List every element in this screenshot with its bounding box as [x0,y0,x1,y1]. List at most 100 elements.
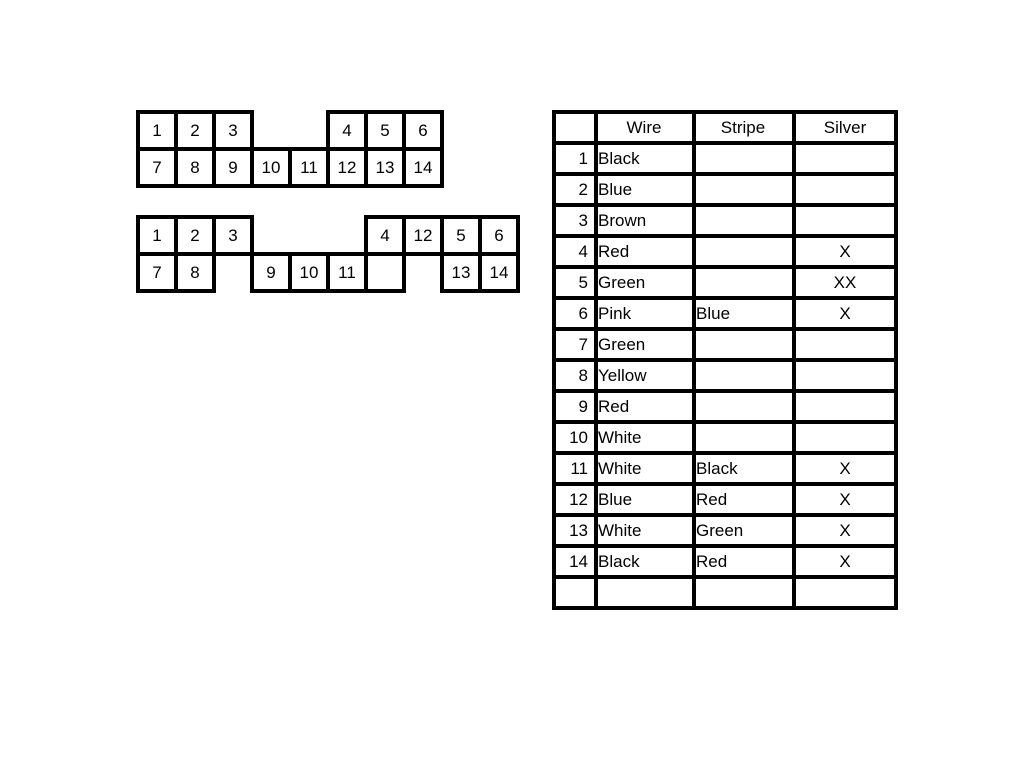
pin-number: 6 [552,296,598,331]
table-row: 11 White Black X [552,451,898,486]
stripe-color [692,172,796,207]
silver-mark: X [792,482,898,517]
pin-cell: 1 [136,110,178,151]
pin-cell: 7 [136,252,178,293]
wire-color: Green [594,265,696,300]
pin-number: 1 [552,141,598,176]
silver-mark [792,172,898,207]
pin-cell: 14 [478,252,520,293]
wire-color [594,575,696,610]
stripe-color [692,265,796,300]
pin-cell: 9 [212,147,254,188]
pin-number: 8 [552,358,598,393]
pin-number: 12 [552,482,598,517]
silver-mark [792,203,898,238]
table-row: 14 Black Red X [552,544,898,579]
pin-cell: 10 [288,252,330,293]
silver-mark: XX [792,265,898,300]
wire-color: Brown [594,203,696,238]
stripe-color: Green [692,513,796,548]
table-header-row: Wire Stripe Silver [552,110,898,145]
pin-cell: 8 [174,252,216,293]
wire-color: Blue [594,482,696,517]
table-row: 3 Brown [552,203,898,238]
pin-cell: 7 [136,147,178,188]
stripe-color [692,203,796,238]
silver-mark: X [792,451,898,486]
pin-number: 10 [552,420,598,455]
table-row: 5 Green XX [552,265,898,300]
pin-cell: 9 [250,252,292,293]
stripe-color [692,575,796,610]
pin-cell: 13 [364,147,406,188]
pin-cell: 3 [212,215,254,256]
silver-mark: X [792,234,898,269]
stripe-color [692,141,796,176]
pin-cell: 3 [212,110,254,151]
pin-cell: 11 [326,252,368,293]
silver-mark: X [792,513,898,548]
stripe-color [692,420,796,455]
stripe-color [692,389,796,424]
silver-mark: X [792,296,898,331]
pin-cell: 11 [288,147,330,188]
pin-cell [364,252,406,293]
pin-number: 3 [552,203,598,238]
wire-color: Red [594,389,696,424]
table-row: 6 Pink Blue X [552,296,898,331]
header-stripe: Stripe [692,110,796,145]
pin-cell: 5 [440,215,482,256]
pin-number: 4 [552,234,598,269]
silver-mark [792,141,898,176]
stripe-color: Blue [692,296,796,331]
table-row: 12 Blue Red X [552,482,898,517]
table-row: 13 White Green X [552,513,898,548]
stripe-color [692,327,796,362]
pin-number: 13 [552,513,598,548]
wire-color: Yellow [594,358,696,393]
stripe-color: Red [692,482,796,517]
header-wire: Wire [594,110,696,145]
wire-color: Red [594,234,696,269]
pin-number: 2 [552,172,598,207]
wire-color: Black [594,544,696,579]
pin-cell: 6 [402,110,444,151]
silver-mark [792,389,898,424]
wire-color: White [594,513,696,548]
wire-color: Blue [594,172,696,207]
wire-color-table: Wire Stripe Silver 1 Black 2 Blue 3 Brown 4 Red… [552,110,898,610]
pin-cell: 6 [478,215,520,256]
wire-color: White [594,420,696,455]
table-row: 1 Black [552,141,898,176]
pin-cell: 2 [174,110,216,151]
table-row: 4 Red X [552,234,898,269]
pin-cell: 2 [174,215,216,256]
stripe-color: Black [692,451,796,486]
pin-number: 5 [552,265,598,300]
table-row: 8 Yellow [552,358,898,393]
pin-cell: 4 [364,215,406,256]
wire-color: Black [594,141,696,176]
stripe-color: Red [692,544,796,579]
pin-cell: 12 [402,215,444,256]
header-pin [552,110,598,145]
pin-number: 14 [552,544,598,579]
pin-cell: 5 [364,110,406,151]
table-row [552,575,898,610]
pin-cell: 13 [440,252,482,293]
silver-mark [792,358,898,393]
pin-cell: 8 [174,147,216,188]
wire-color: Pink [594,296,696,331]
silver-mark: X [792,544,898,579]
pin-number: 7 [552,327,598,362]
silver-mark [792,575,898,610]
silver-mark [792,420,898,455]
pin-cell: 14 [402,147,444,188]
table-row: 2 Blue [552,172,898,207]
pin-cell: 4 [326,110,368,151]
table-row: 7 Green [552,327,898,362]
stripe-color [692,234,796,269]
table-row: 9 Red [552,389,898,424]
pin-number: 9 [552,389,598,424]
stripe-color [692,358,796,393]
